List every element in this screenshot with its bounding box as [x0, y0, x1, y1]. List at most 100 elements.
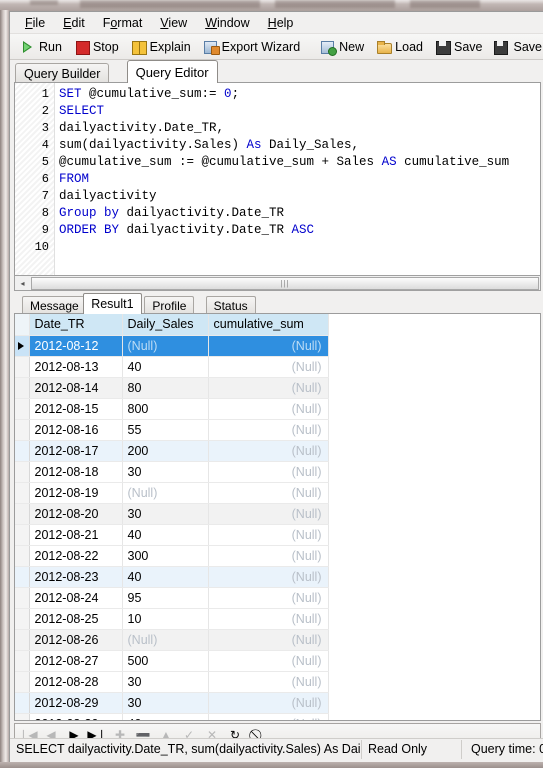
cell-cumulative-sum[interactable]: (Null) — [208, 713, 329, 720]
cell-cumulative-sum[interactable]: (Null) — [208, 440, 329, 462]
table-row[interactable]: 2012-08-21 40 (Null) — [15, 524, 329, 546]
row-indicator-cell[interactable] — [15, 524, 30, 546]
table-row[interactable]: 2012-08-16 55 (Null) — [15, 419, 329, 441]
result-tab-status[interactable]: Status — [205, 296, 256, 314]
cell-cumulative-sum[interactable]: (Null) — [208, 524, 329, 546]
cell-daily-sales[interactable]: 10 — [122, 608, 209, 630]
table-row[interactable]: 2012-08-14 80 (Null) — [15, 377, 329, 399]
table-row[interactable]: 2012-08-29 30 (Null) — [15, 692, 329, 714]
result-tab-profile[interactable]: Profile — [144, 296, 195, 314]
cell-daily-sales[interactable]: 30 — [122, 692, 209, 714]
row-indicator-cell[interactable] — [15, 440, 30, 462]
save-as-button[interactable]: Save As — [488, 36, 543, 58]
table-row[interactable]: 2012-08-22 300 (Null) — [15, 545, 329, 567]
cell-cumulative-sum[interactable]: (Null) — [208, 629, 329, 651]
row-indicator-cell[interactable] — [15, 482, 30, 504]
cell-cumulative-sum[interactable]: (Null) — [208, 419, 329, 441]
editor-horizontal-scrollbar[interactable]: ◂ ||| — [14, 275, 541, 291]
table-row[interactable]: 2012-08-28 30 (Null) — [15, 671, 329, 693]
row-indicator-cell[interactable] — [15, 503, 30, 525]
save-button[interactable]: Save — [429, 36, 489, 58]
table-row[interactable]: 2012-08-17 200 (Null) — [15, 440, 329, 462]
menu-item-view[interactable]: View — [151, 14, 196, 32]
cell-daily-sales[interactable]: 30 — [122, 461, 209, 483]
cell-cumulative-sum[interactable]: (Null) — [208, 587, 329, 609]
stop-button[interactable]: Stop — [68, 36, 125, 58]
cell-date[interactable]: 2012-08-27 — [29, 650, 123, 672]
menu-item-edit[interactable]: Edit — [54, 14, 94, 32]
editor-tab-query-builder[interactable]: Query Builder — [15, 63, 110, 83]
table-row[interactable]: 2012-08-20 30 (Null) — [15, 503, 329, 525]
load-button[interactable]: Load — [370, 36, 429, 58]
cell-daily-sales[interactable]: 200 — [122, 440, 209, 462]
run-button[interactable]: Run — [14, 36, 68, 58]
cell-cumulative-sum[interactable]: (Null) — [208, 335, 329, 357]
menu-item-format[interactable]: Format — [94, 14, 152, 32]
cell-daily-sales[interactable]: 40 — [122, 356, 209, 378]
cell-date[interactable]: 2012-08-12 — [29, 335, 123, 357]
column-header-date[interactable]: Date_TR — [29, 314, 123, 336]
scrollbar-thumb[interactable]: ||| — [31, 276, 539, 290]
table-row[interactable]: 2012-08-26 (Null) (Null) — [15, 629, 329, 651]
cell-daily-sales[interactable]: 30 — [122, 671, 209, 693]
row-indicator-cell[interactable] — [15, 335, 30, 357]
cell-daily-sales[interactable]: 80 — [122, 377, 209, 399]
table-row[interactable]: 2012-08-12 (Null) (Null) — [15, 335, 329, 357]
row-indicator-cell[interactable] — [15, 587, 30, 609]
cell-date[interactable]: 2012-08-21 — [29, 524, 123, 546]
cell-date[interactable]: 2012-08-26 — [29, 629, 123, 651]
cell-date[interactable]: 2012-08-29 — [29, 692, 123, 714]
cell-date[interactable]: 2012-08-24 — [29, 587, 123, 609]
new-button[interactable]: New — [314, 36, 370, 58]
table-row[interactable]: 2012-08-30 40 (Null) — [15, 713, 329, 720]
table-row[interactable]: 2012-08-24 95 (Null) — [15, 587, 329, 609]
cell-daily-sales[interactable]: (Null) — [122, 629, 209, 651]
cell-date[interactable]: 2012-08-16 — [29, 419, 123, 441]
row-indicator-cell[interactable] — [15, 461, 30, 483]
row-indicator-cell[interactable] — [15, 545, 30, 567]
cell-daily-sales[interactable]: 800 — [122, 398, 209, 420]
cell-date[interactable]: 2012-08-14 — [29, 377, 123, 399]
cell-date[interactable]: 2012-08-23 — [29, 566, 123, 588]
cell-date[interactable]: 2012-08-17 — [29, 440, 123, 462]
result-tab-message[interactable]: Message — [22, 296, 87, 314]
table-row[interactable]: 2012-08-18 30 (Null) — [15, 461, 329, 483]
cell-date[interactable]: 2012-08-20 — [29, 503, 123, 525]
cell-date[interactable]: 2012-08-30 — [29, 713, 123, 720]
cell-daily-sales[interactable]: 40 — [122, 566, 209, 588]
sql-editor[interactable]: 1 2 3 4 5 6 7 8 9 10 SET @cumulative_sum:= 0; SELE… — [14, 82, 541, 277]
cell-daily-sales[interactable]: 40 — [122, 713, 209, 720]
cell-cumulative-sum[interactable]: (Null) — [208, 461, 329, 483]
row-indicator-cell[interactable] — [15, 377, 30, 399]
cell-daily-sales[interactable]: 40 — [122, 524, 209, 546]
row-indicator-cell[interactable] — [15, 692, 30, 714]
cell-cumulative-sum[interactable]: (Null) — [208, 671, 329, 693]
column-header-daily-sales[interactable]: Daily_Sales — [122, 314, 209, 336]
cell-cumulative-sum[interactable]: (Null) — [208, 608, 329, 630]
cell-cumulative-sum[interactable]: (Null) — [208, 692, 329, 714]
scroll-left-arrow-icon[interactable]: ◂ — [15, 276, 30, 290]
cell-daily-sales[interactable]: (Null) — [122, 482, 209, 504]
cell-cumulative-sum[interactable]: (Null) — [208, 398, 329, 420]
row-indicator-cell[interactable] — [15, 650, 30, 672]
table-row[interactable]: 2012-08-23 40 (Null) — [15, 566, 329, 588]
table-row[interactable]: 2012-08-15 800 (Null) — [15, 398, 329, 420]
row-indicator-cell[interactable] — [15, 566, 30, 588]
cell-date[interactable]: 2012-08-18 — [29, 461, 123, 483]
cell-daily-sales[interactable]: (Null) — [122, 335, 209, 357]
row-indicator-cell[interactable] — [15, 419, 30, 441]
result-grid[interactable]: Date_TR Daily_Sales cumulative_sum 2012-… — [14, 313, 541, 721]
table-row[interactable]: 2012-08-19 (Null) (Null) — [15, 482, 329, 504]
cell-date[interactable]: 2012-08-25 — [29, 608, 123, 630]
editor-tab-query-editor[interactable]: Query Editor — [126, 60, 218, 83]
row-indicator-cell[interactable] — [15, 713, 30, 720]
menu-item-window[interactable]: Window — [196, 14, 258, 32]
row-indicator-cell[interactable] — [15, 356, 30, 378]
menu-item-help[interactable]: Help — [259, 14, 303, 32]
row-indicator-cell[interactable] — [15, 629, 30, 651]
cell-daily-sales[interactable]: 95 — [122, 587, 209, 609]
table-row[interactable]: 2012-08-27 500 (Null) — [15, 650, 329, 672]
cell-daily-sales[interactable]: 55 — [122, 419, 209, 441]
cell-date[interactable]: 2012-08-19 — [29, 482, 123, 504]
row-indicator-cell[interactable] — [15, 398, 30, 420]
